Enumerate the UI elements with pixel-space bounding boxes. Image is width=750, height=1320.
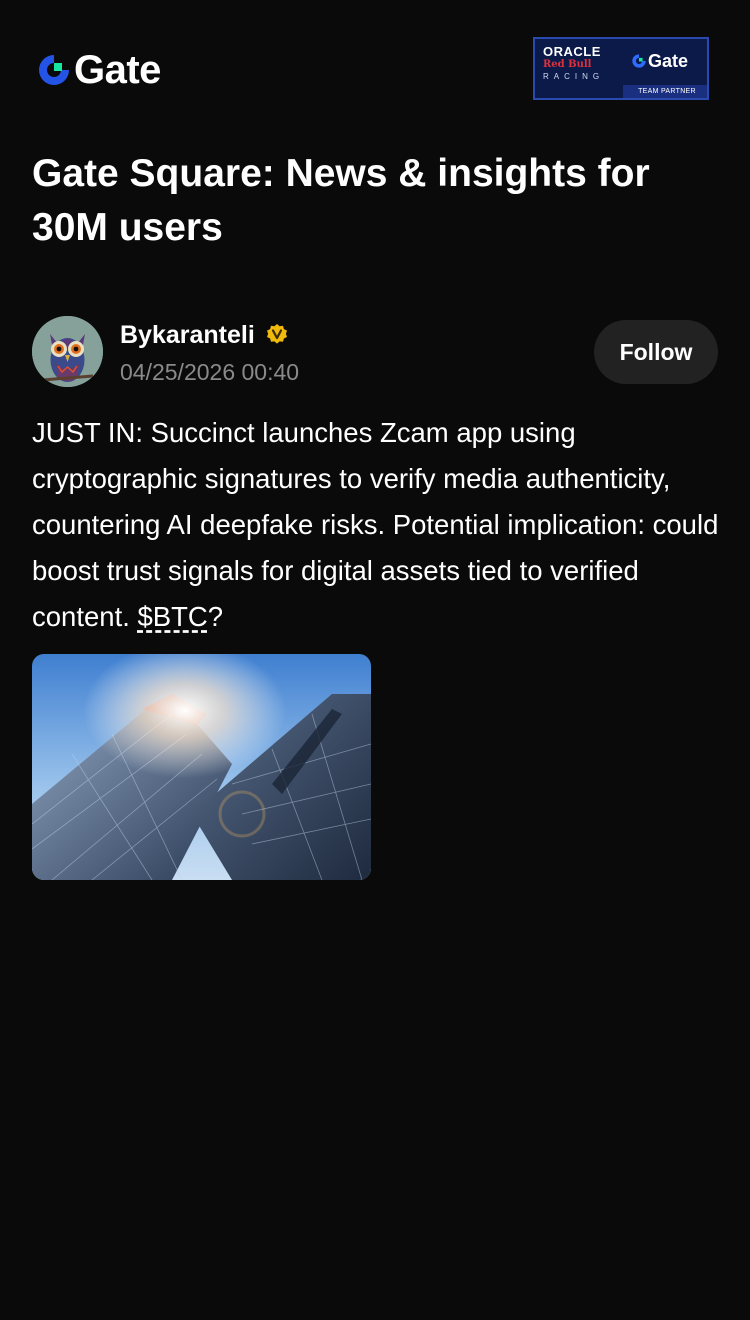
gate-logo-icon	[632, 54, 646, 68]
redbull-label: Red Bull	[543, 59, 592, 70]
post-body: JUST IN: Succinct launches Zcam app usin…	[32, 410, 722, 640]
gate-logo[interactable]: Gate	[36, 50, 161, 90]
logo-text: Gate	[74, 48, 161, 92]
building-photo	[32, 654, 371, 880]
owl-avatar-icon	[32, 316, 103, 387]
post-image[interactable]	[32, 654, 371, 880]
badge-gate-text: Gate	[648, 51, 689, 71]
ticker-link-btc[interactable]: $BTC	[138, 601, 208, 632]
author-name-text: Bykaranteli	[120, 321, 255, 349]
team-partner-label: TEAM PARTNER	[623, 85, 707, 98]
post-body-text: JUST IN: Succinct launches Zcam app usin…	[32, 417, 719, 632]
team-partner-badge: ORACLE Red Bull RACING Gate TEAM PARTNER	[533, 37, 709, 100]
author-name[interactable]: Bykaranteli	[120, 319, 289, 351]
oracle-label: ORACLE	[543, 44, 601, 59]
post-timestamp: 04/25/2026 00:40	[120, 359, 300, 385]
avatar[interactable]	[32, 316, 103, 387]
verified-badge-icon	[266, 324, 287, 344]
gate-logo-icon	[39, 55, 69, 85]
header: Gate ORACLE Red Bull RACING Gate TEAM PA…	[0, 0, 750, 140]
follow-button[interactable]: Follow	[594, 320, 718, 384]
post-body-suffix: ?	[207, 601, 224, 632]
racing-label: RACING	[543, 72, 605, 81]
page-title: Gate Square: News & insights for 30M use…	[32, 152, 650, 249]
